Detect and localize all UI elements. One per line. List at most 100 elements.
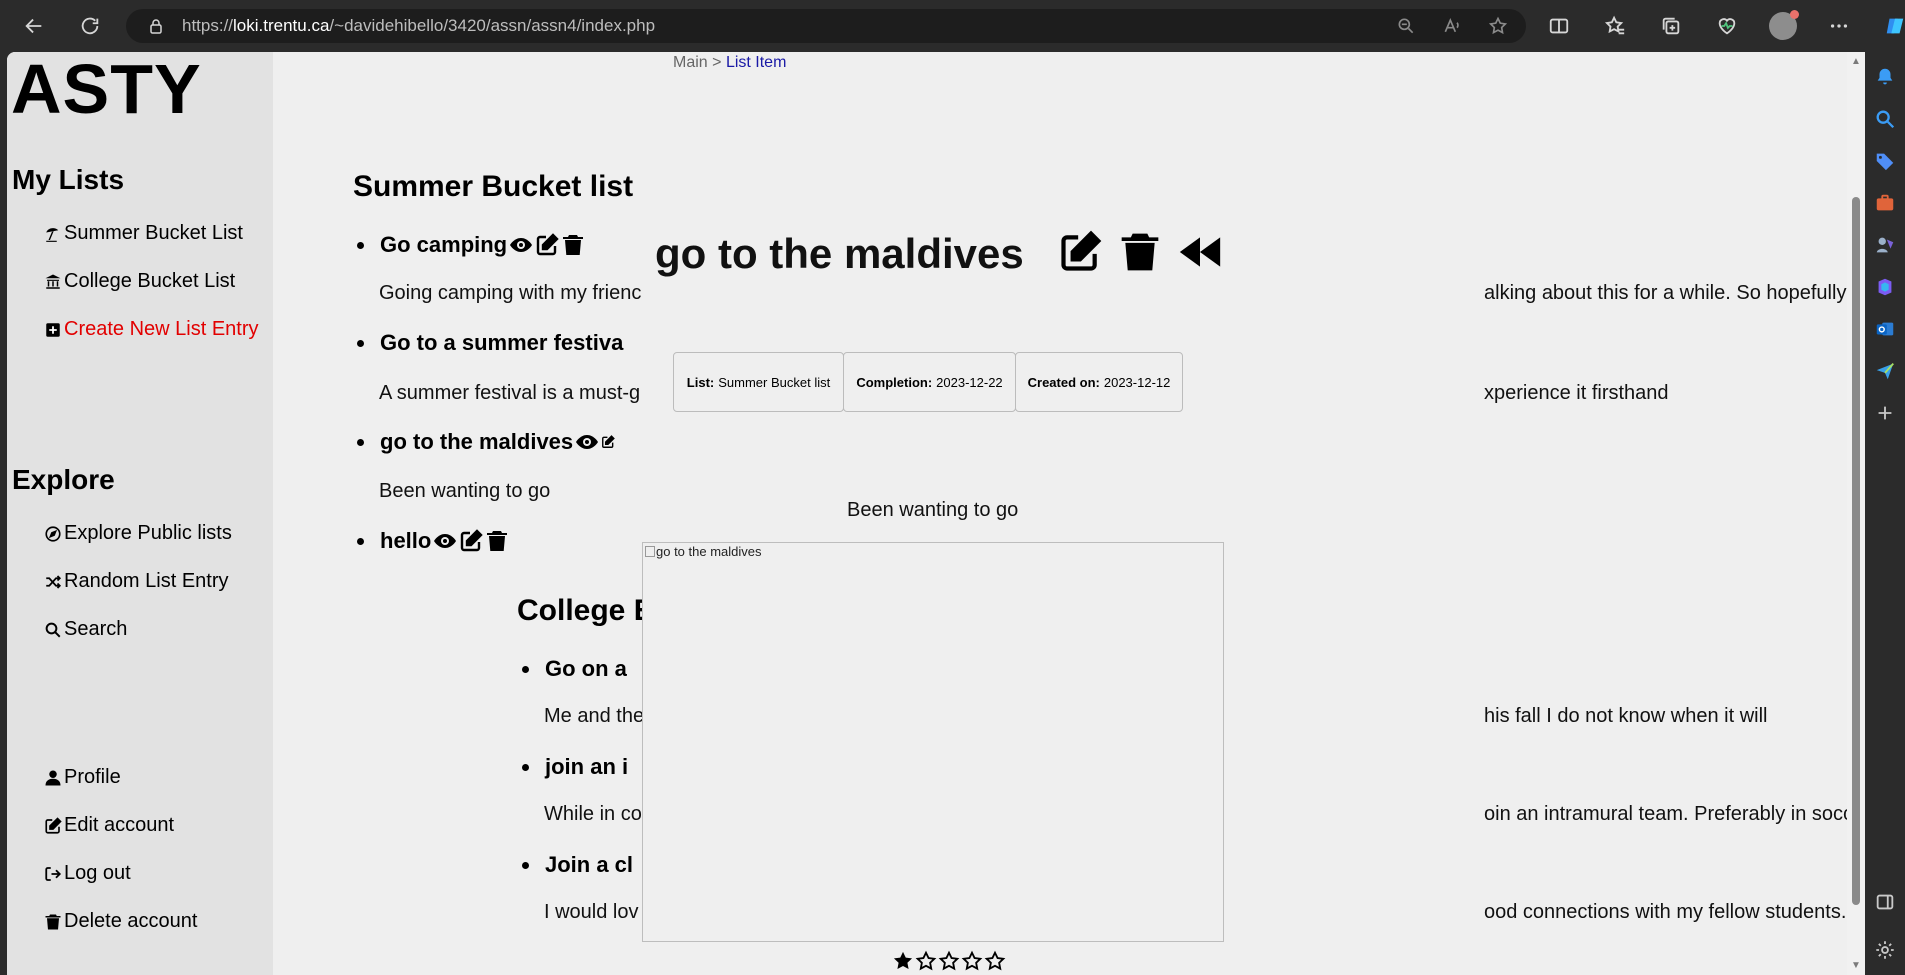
browser-toolbar: https://loki.trentu.ca/~davidehibello/34… bbox=[0, 0, 1905, 52]
entry-title: Join a cl bbox=[545, 852, 634, 877]
favorites-icon[interactable] bbox=[1596, 7, 1634, 45]
meta-completion: Completion: 2023-12-22 bbox=[843, 352, 1016, 412]
star-empty-icon[interactable] bbox=[938, 950, 960, 972]
list-bullet bbox=[522, 763, 529, 771]
address-bar[interactable]: https://loki.trentu.ca/~davidehibello/34… bbox=[126, 9, 1526, 43]
nav-delete-account[interactable]: Delete account bbox=[44, 910, 197, 933]
entry-description-tail: oin an intramural team. Preferably in so… bbox=[1484, 803, 1847, 825]
eye-icon[interactable] bbox=[509, 233, 533, 257]
eye-icon[interactable] bbox=[575, 430, 599, 454]
item-description: Been wanting to go bbox=[847, 499, 1019, 521]
add-sidebar-app-icon[interactable] bbox=[1872, 400, 1898, 426]
trash-icon[interactable] bbox=[485, 529, 509, 553]
nav-profile-label: Profile bbox=[64, 766, 121, 788]
settings-gear-icon[interactable] bbox=[1872, 937, 1898, 963]
tools-briefcase-icon[interactable] bbox=[1872, 190, 1898, 216]
nav-log-out[interactable]: Log out bbox=[44, 862, 131, 885]
breadcrumb: Main > List Item bbox=[673, 54, 786, 72]
nav-college-bucket-list[interactable]: College Bucket List bbox=[44, 270, 235, 293]
nav-random-label: Random List Entry bbox=[64, 570, 229, 592]
bell-icon[interactable] bbox=[1872, 64, 1898, 90]
entry-title: Go camping bbox=[380, 232, 508, 257]
edit-icon bbox=[45, 816, 62, 834]
games-icon[interactable] bbox=[1872, 232, 1898, 258]
favorite-star-icon[interactable] bbox=[1488, 16, 1508, 36]
entry-description: A summer festival is a must-g bbox=[379, 382, 641, 404]
nav-logout-label: Log out bbox=[64, 862, 131, 884]
nav-create-label: Create New List Entry bbox=[64, 318, 259, 340]
edit-icon[interactable] bbox=[459, 529, 484, 553]
college-list-title: College E bbox=[517, 594, 654, 627]
nav-edit-label: Edit account bbox=[64, 814, 175, 836]
summer-entry-row: hello bbox=[357, 528, 509, 554]
nav-search[interactable]: Search bbox=[44, 618, 127, 641]
backward-icon[interactable] bbox=[1177, 229, 1223, 275]
shuffle-icon bbox=[46, 574, 62, 589]
more-menu-icon[interactable] bbox=[1820, 7, 1858, 45]
nav-delete-label: Delete account bbox=[64, 910, 198, 932]
search-icon bbox=[45, 622, 61, 637]
search-sidebar-icon[interactable] bbox=[1872, 106, 1898, 132]
send-icon[interactable] bbox=[1872, 358, 1898, 384]
college-entry-row: join an i bbox=[522, 754, 628, 780]
hide-sidebar-icon[interactable] bbox=[1872, 889, 1898, 915]
edit-icon[interactable] bbox=[601, 430, 615, 454]
edit-icon[interactable] bbox=[1057, 229, 1103, 275]
entry-description: Been wanting to go bbox=[379, 480, 551, 502]
outlook-icon[interactable] bbox=[1872, 316, 1898, 342]
star-empty-icon[interactable] bbox=[984, 950, 1006, 972]
meta-created: Created on: 2023-12-12 bbox=[1015, 352, 1183, 412]
read-aloud-icon[interactable] bbox=[1442, 16, 1462, 36]
meta-list-value[interactable]: Summer Bucket list bbox=[718, 375, 830, 390]
zoom-out-icon[interactable] bbox=[1396, 16, 1416, 36]
user-icon bbox=[45, 770, 61, 785]
nav-create-new-list-entry[interactable]: Create New List Entry bbox=[44, 318, 259, 341]
page-scrollbar[interactable]: ▲ ▼ bbox=[1847, 52, 1865, 975]
nav-explore-public-lists[interactable]: Explore Public lists bbox=[44, 522, 232, 545]
entry-description: I would lov bbox=[544, 901, 639, 923]
browser-essentials-icon[interactable] bbox=[1708, 7, 1746, 45]
site-logo-text[interactable]: ASTY bbox=[11, 52, 202, 126]
eye-icon[interactable] bbox=[433, 529, 457, 553]
scrollbar-thumb[interactable] bbox=[1852, 197, 1860, 905]
split-screen-icon[interactable] bbox=[1540, 7, 1578, 45]
refresh-icon[interactable] bbox=[70, 6, 110, 46]
item-image: go to the maldives bbox=[642, 542, 1224, 942]
breadcrumb-main[interactable]: Main bbox=[673, 54, 708, 71]
item-actions bbox=[1057, 229, 1223, 275]
entry-title: hello bbox=[380, 528, 432, 553]
edit-icon[interactable] bbox=[535, 233, 559, 257]
compass-icon bbox=[45, 525, 61, 542]
list-bullet bbox=[357, 241, 364, 249]
office-icon[interactable] bbox=[1872, 274, 1898, 300]
scroll-down-arrow-icon[interactable]: ▼ bbox=[1851, 960, 1861, 971]
nav-search-label: Search bbox=[64, 618, 128, 640]
nav-random-list-entry[interactable]: Random List Entry bbox=[44, 570, 229, 593]
copilot-icon[interactable] bbox=[1876, 7, 1905, 45]
scroll-up-arrow-icon[interactable]: ▲ bbox=[1851, 56, 1861, 67]
breadcrumb-current: List Item bbox=[725, 54, 787, 71]
meta-completion-value: 2023-12-22 bbox=[936, 374, 1003, 390]
star-filled-icon[interactable] bbox=[892, 950, 914, 972]
trash-icon[interactable] bbox=[1117, 229, 1163, 275]
back-arrow-icon[interactable] bbox=[14, 6, 54, 46]
building-columns-icon bbox=[45, 274, 61, 289]
star-empty-icon[interactable] bbox=[961, 950, 983, 972]
entry-title: go to the maldives bbox=[380, 429, 574, 454]
list-bullet bbox=[522, 665, 529, 673]
url-prefix: https:// bbox=[182, 16, 234, 35]
nav-edit-account[interactable]: Edit account bbox=[44, 814, 174, 837]
collections-icon[interactable] bbox=[1652, 7, 1690, 45]
entry-title: Go to a summer festiva bbox=[380, 330, 624, 355]
nav-college-label: College Bucket List bbox=[64, 270, 236, 292]
page-viewport: ASTY My Lists Summer Bucket List College… bbox=[7, 52, 1847, 975]
summer-list-title: Summer Bucket list bbox=[353, 170, 634, 203]
nav-profile[interactable]: Profile bbox=[44, 766, 121, 789]
shopping-tag-icon[interactable] bbox=[1872, 148, 1898, 174]
entry-description-tail: his fall I do not know when it will bbox=[1484, 705, 1768, 727]
trash-icon[interactable] bbox=[561, 233, 585, 257]
star-empty-icon[interactable] bbox=[915, 950, 937, 972]
nav-summer-bucket-list[interactable]: Summer Bucket List bbox=[44, 222, 243, 245]
summer-entry-row: Go camping bbox=[357, 232, 585, 258]
profile-avatar-icon[interactable] bbox=[1764, 7, 1802, 45]
